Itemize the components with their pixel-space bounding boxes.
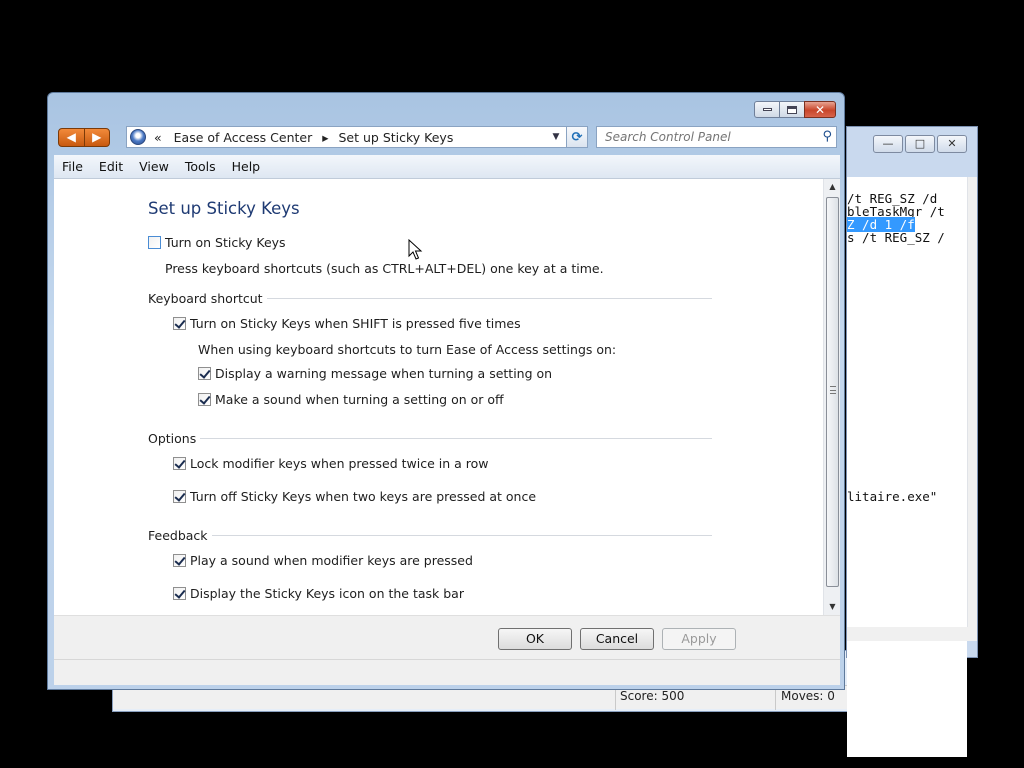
cmd-scrollbar[interactable] <box>967 177 977 627</box>
back-button[interactable]: ◀ <box>59 129 84 146</box>
group-divider <box>211 535 712 536</box>
sticky-keys-description: Press keyboard shortcuts (such as CTRL+A… <box>165 261 604 276</box>
options-group: Options <box>148 431 712 446</box>
forward-button[interactable]: ▶ <box>83 129 110 146</box>
breadcrumb-set-up-sticky-keys[interactable]: Set up Sticky Keys <box>338 130 453 145</box>
address-dropdown-icon[interactable]: ▼ <box>547 127 565 147</box>
refresh-icon: ⟳ <box>571 129 583 145</box>
turn-on-sticky-keys-checkbox[interactable]: Turn on Sticky Keys <box>148 235 286 250</box>
make-sound-checkbox[interactable]: Make a sound when turning a setting on o… <box>198 392 504 407</box>
play-sound-checkbox[interactable]: Play a sound when modifier keys are pres… <box>173 553 473 568</box>
close-icon: ✕ <box>814 102 826 117</box>
cmd-line: litaire.exe" <box>847 489 938 504</box>
maximize-button[interactable] <box>779 101 805 118</box>
checkbox-box[interactable] <box>198 393 211 406</box>
scroll-up-icon[interactable]: ▲ <box>824 179 841 195</box>
checkbox-label: Lock modifier keys when pressed twice in… <box>190 456 489 471</box>
maximize-icon <box>787 105 797 114</box>
cmd-window: — □ ✕ /t REG_SZ /d bleTaskMgr /t Z /d 1 … <box>846 126 978 757</box>
group-heading: Feedback <box>148 528 208 543</box>
ease-of-access-icon <box>130 129 146 145</box>
vertical-scrollbar[interactable]: ▲ ▼ <box>823 179 840 615</box>
cmd-output: /t REG_SZ /d bleTaskMgr /t Z /d 1 /f s /… <box>847 177 967 757</box>
menu-view[interactable]: View <box>131 159 177 174</box>
menu-tools[interactable]: Tools <box>177 159 224 174</box>
refresh-button[interactable]: ⟳ <box>566 126 588 148</box>
checkbox-label: Display a warning message when turning a… <box>215 366 553 381</box>
caption-buttons: ✕ <box>754 101 836 118</box>
control-panel-window: ✕ ◀ ▶ « Ease of Access Center ▸ Set up S… <box>47 92 845 690</box>
checkbox-label: Turn on Sticky Keys <box>165 235 286 250</box>
warning-message-checkbox[interactable]: Display a warning message when turning a… <box>198 366 552 381</box>
checkbox-box[interactable] <box>173 490 186 503</box>
status-bar <box>54 659 840 685</box>
menu-bar: File Edit View Tools Help <box>54 155 840 179</box>
checkbox-box[interactable] <box>173 317 186 330</box>
lock-modifier-keys-checkbox[interactable]: Lock modifier keys when pressed twice in… <box>173 456 488 471</box>
scroll-thumb[interactable] <box>826 197 839 587</box>
breadcrumb-ease-of-access-center[interactable]: Ease of Access Center <box>174 130 313 145</box>
search-box[interactable]: ⚲ <box>596 126 837 148</box>
mouse-cursor-icon <box>408 239 423 260</box>
score-label: Score: 500 <box>620 689 685 703</box>
shift-five-times-checkbox[interactable]: Turn on Sticky Keys when SHIFT is presse… <box>173 316 521 331</box>
search-icon[interactable]: ⚲ <box>822 129 832 144</box>
address-bar[interactable]: « Ease of Access Center ▸ Set up Sticky … <box>126 126 588 148</box>
search-input[interactable] <box>597 127 812 147</box>
minimize-button[interactable] <box>754 101 780 118</box>
page-title: Set up Sticky Keys <box>148 199 300 218</box>
minimize-icon <box>762 108 772 111</box>
turn-off-two-keys-checkbox[interactable]: Turn off Sticky Keys when two keys are p… <box>173 489 536 504</box>
group-divider <box>266 298 712 299</box>
keyboard-shortcut-group: Keyboard shortcut <box>148 291 712 306</box>
breadcrumb: « Ease of Access Center ▸ Set up Sticky … <box>152 130 453 145</box>
checkbox-label: Play a sound when modifier keys are pres… <box>190 553 473 568</box>
shortcut-sub-description: When using keyboard shortcuts to turn Ea… <box>198 342 617 357</box>
feedback-group: Feedback <box>148 528 712 543</box>
cancel-button[interactable]: Cancel <box>580 628 654 650</box>
ok-button[interactable]: OK <box>498 628 572 650</box>
moves-label: Moves: 0 <box>781 689 835 703</box>
checkbox-label: Turn on Sticky Keys when SHIFT is presse… <box>190 316 521 331</box>
group-heading: Options <box>148 431 197 446</box>
scroll-down-icon[interactable]: ▼ <box>824 599 841 615</box>
grip-icon <box>830 386 836 394</box>
checkbox-label: Turn off Sticky Keys when two keys are p… <box>190 489 537 504</box>
checkbox-box[interactable] <box>173 457 186 470</box>
menu-edit[interactable]: Edit <box>91 159 131 174</box>
dialog-button-bar: OK Cancel Apply <box>54 615 840 659</box>
checkbox-box[interactable] <box>173 587 186 600</box>
close-button[interactable]: ✕ <box>804 101 836 118</box>
group-divider <box>200 438 712 439</box>
cmd-line: s /t REG_SZ / <box>847 230 945 245</box>
menu-file[interactable]: File <box>54 159 91 174</box>
menu-help[interactable]: Help <box>224 159 269 174</box>
cmd-close-button[interactable]: ✕ <box>937 135 967 153</box>
checkbox-box[interactable] <box>148 236 161 249</box>
cmd-maximize-button[interactable]: □ <box>905 135 935 153</box>
breadcrumb-overflow[interactable]: « <box>154 130 162 145</box>
cmd-minimize-button[interactable]: — <box>873 135 903 153</box>
taskbar-icon-checkbox[interactable]: Display the Sticky Keys icon on the task… <box>173 586 464 601</box>
checkbox-label: Display the Sticky Keys icon on the task… <box>190 586 464 601</box>
checkbox-box[interactable] <box>173 554 186 567</box>
nav-buttons: ◀ ▶ <box>58 128 110 147</box>
breadcrumb-separator-icon[interactable]: ▸ <box>322 130 328 145</box>
checkbox-label: Make a sound when turning a setting on o… <box>215 392 504 407</box>
group-heading: Keyboard shortcut <box>148 291 263 306</box>
cmd-hscrollbar[interactable] <box>847 627 977 641</box>
content-pane: Set up Sticky Keys Turn on Sticky Keys P… <box>54 179 840 615</box>
apply-button[interactable]: Apply <box>662 628 736 650</box>
checkbox-box[interactable] <box>198 367 211 380</box>
